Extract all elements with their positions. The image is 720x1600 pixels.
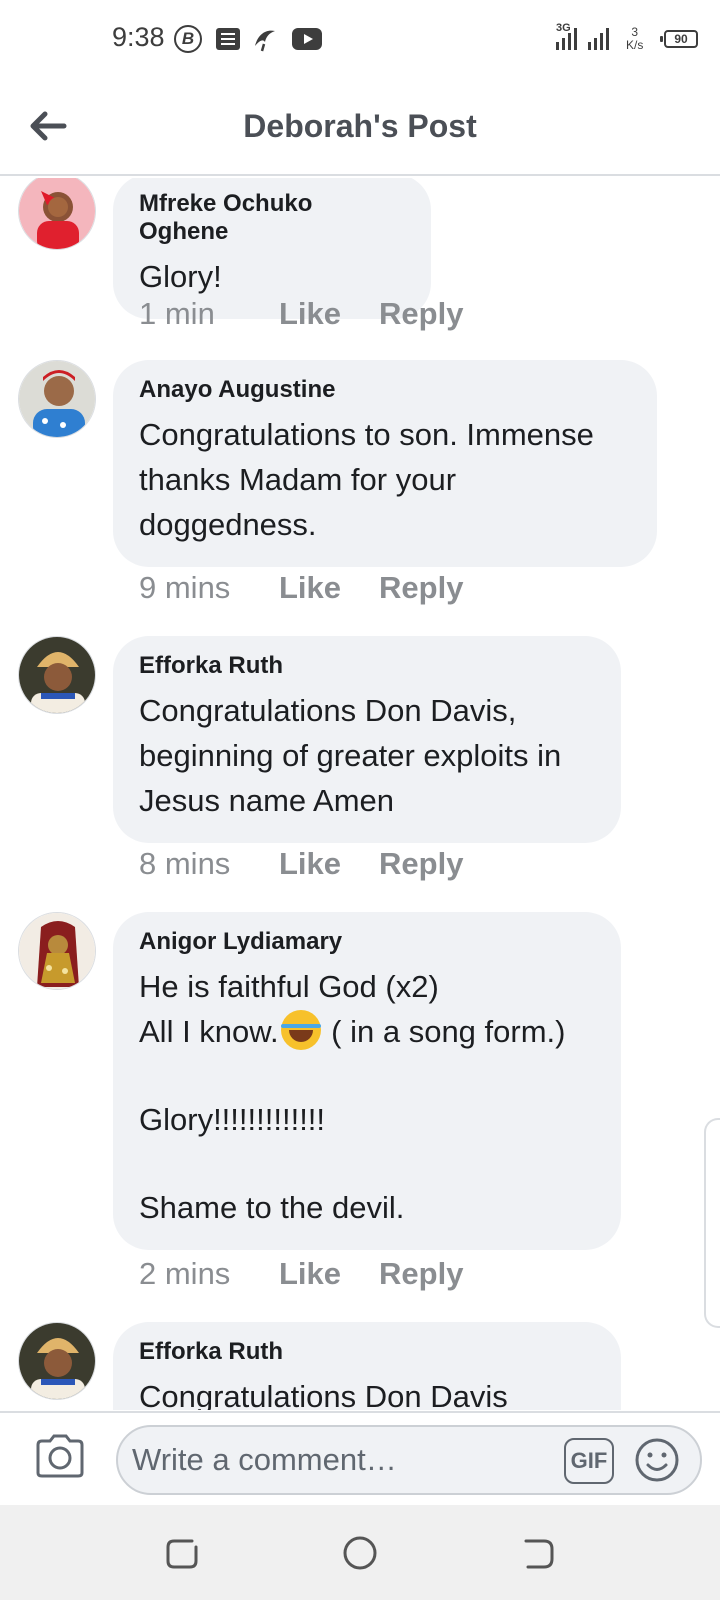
page-title: Deborah's Post bbox=[243, 108, 477, 144]
comment-actions: 9 mins Like Reply bbox=[139, 570, 463, 606]
comment-actions: 8 mins Like Reply bbox=[139, 846, 463, 882]
comment-time: 8 mins bbox=[139, 846, 231, 881]
status-bar: 9:38 B 3G 3 K/s 90 bbox=[0, 0, 720, 80]
comment-text: Glory! bbox=[139, 259, 222, 294]
recent-apps-button[interactable] bbox=[162, 1533, 202, 1573]
laughing-crying-emoji-icon bbox=[280, 1010, 321, 1050]
reply-button[interactable]: Reply bbox=[379, 1256, 463, 1292]
comment-bubble[interactable]: Anigor Lydiamary He is faithful God (x2)… bbox=[113, 912, 621, 1250]
comment-input-box[interactable]: GIF bbox=[116, 1425, 702, 1495]
comment-text-line: Glory!!!!!!!!!!!!! bbox=[139, 1102, 326, 1137]
comments-list[interactable]: Mfreke Ochuko Oghene Glory! 1 min Like R… bbox=[0, 178, 720, 1410]
bird-icon bbox=[252, 25, 278, 53]
comment-time: 2 mins bbox=[139, 1256, 231, 1291]
camera-icon bbox=[36, 1434, 84, 1478]
emoji-button[interactable] bbox=[634, 1437, 680, 1483]
reply-button[interactable]: Reply bbox=[379, 296, 463, 332]
gif-button[interactable]: GIF bbox=[564, 1438, 614, 1484]
comment-author[interactable]: Anigor Lydiamary bbox=[139, 928, 595, 956]
comment-author[interactable]: Efforka Ruth bbox=[139, 1338, 595, 1366]
home-button[interactable] bbox=[340, 1533, 380, 1573]
comment-text: Congratulations to son. Immense thanks M… bbox=[139, 417, 603, 542]
avatar[interactable] bbox=[18, 636, 96, 714]
reply-button[interactable]: Reply bbox=[379, 570, 463, 606]
comment-text: Congratulations Don Davis, beginning of … bbox=[139, 693, 570, 818]
comment-text-line: Shame to the devil. bbox=[139, 1190, 405, 1225]
avatar[interactable] bbox=[18, 360, 96, 438]
comment-input[interactable] bbox=[132, 1439, 552, 1481]
smiley-icon bbox=[635, 1438, 679, 1482]
comment-time: 9 mins bbox=[139, 570, 231, 605]
system-nav-bar bbox=[0, 1505, 720, 1600]
post-header: Deborah's Post bbox=[0, 80, 720, 176]
comment-bubble[interactable]: Efforka Ruth Congratulations Don Davis, … bbox=[113, 636, 621, 843]
status-time: 9:38 bbox=[112, 22, 165, 52]
b-badge-icon: B bbox=[174, 25, 202, 53]
youtube-icon bbox=[292, 28, 322, 50]
comment-text-line: All I know. ( in a song form.) bbox=[139, 1009, 595, 1054]
comment-composer: GIF bbox=[0, 1411, 720, 1503]
like-button[interactable]: Like bbox=[279, 570, 341, 606]
home-icon bbox=[343, 1536, 377, 1570]
comment-bubble[interactable]: Efforka Ruth Congratulations Don Davis bbox=[113, 1322, 621, 1410]
signal-icon bbox=[556, 28, 577, 50]
comment-author[interactable]: Anayo Augustine bbox=[139, 376, 631, 404]
news-icon bbox=[216, 28, 240, 50]
avatar[interactable] bbox=[18, 1322, 96, 1400]
side-scroll-tab[interactable] bbox=[704, 1118, 720, 1328]
comment-author[interactable]: Efforka Ruth bbox=[139, 652, 595, 680]
camera-button[interactable] bbox=[34, 1433, 86, 1479]
battery-icon: 90 bbox=[660, 30, 698, 48]
avatar[interactable] bbox=[18, 178, 96, 250]
comment-text: Congratulations Don Davis bbox=[139, 1379, 508, 1410]
comment-actions: 1 min Like Reply bbox=[139, 296, 463, 332]
comment-text-line: He is faithful God (x2) bbox=[139, 969, 439, 1004]
like-button[interactable]: Like bbox=[279, 1256, 341, 1292]
back-nav-button[interactable] bbox=[518, 1533, 558, 1573]
reply-button[interactable]: Reply bbox=[379, 846, 463, 882]
comment-time: 1 min bbox=[139, 296, 215, 331]
comment-author[interactable]: Mfreke Ochuko Oghene bbox=[139, 190, 405, 246]
avatar[interactable] bbox=[18, 912, 96, 990]
back-nav-icon bbox=[524, 1539, 554, 1569]
comment-actions: 2 mins Like Reply bbox=[139, 1256, 463, 1292]
signal-icon bbox=[588, 28, 609, 50]
comment-bubble[interactable]: Anayo Augustine Congratulations to son. … bbox=[113, 360, 657, 567]
recent-apps-icon bbox=[166, 1539, 198, 1569]
like-button[interactable]: Like bbox=[279, 296, 341, 332]
like-button[interactable]: Like bbox=[279, 846, 341, 882]
network-speed: 3 K/s bbox=[626, 25, 644, 52]
